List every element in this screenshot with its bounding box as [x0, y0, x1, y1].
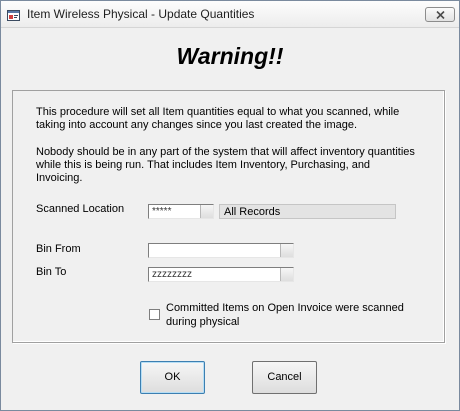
scanned-location-lookup-button[interactable] [200, 205, 213, 218]
scanned-location-input[interactable]: ***** [148, 204, 214, 219]
warning-heading: Warning!! [176, 43, 284, 69]
message-nobody: Nobody should be in any part of the syst… [36, 146, 415, 184]
scanned-location-description-text: All Records [224, 206, 281, 218]
scanned-location-description: All Records [219, 204, 396, 219]
scanned-location-value: ***** [152, 206, 172, 217]
close-icon [436, 11, 445, 19]
title-bar[interactable]: Item Wireless Physical - Update Quantiti… [1, 1, 459, 28]
ok-button[interactable]: OK [140, 361, 205, 394]
bin-to-input[interactable]: zzzzzzzz [148, 267, 294, 282]
bin-from-label: Bin From [36, 243, 81, 255]
message-overwrite: This procedure will set all Item quantit… [36, 106, 400, 131]
scanned-location-label: Scanned Location [36, 203, 125, 215]
committed-items-label[interactable]: Committed Items on Open Invoice were sca… [166, 301, 406, 329]
committed-items-checkbox[interactable] [149, 309, 160, 320]
cancel-button[interactable]: Cancel [252, 361, 317, 394]
bin-to-label: Bin To [36, 266, 67, 278]
window-app-icon[interactable] [7, 8, 20, 21]
dialog-window: Item Wireless Physical - Update Quantiti… [0, 0, 460, 411]
bin-to-value: zzzzzzzz [152, 269, 192, 280]
bin-from-lookup-button[interactable] [280, 244, 293, 257]
window-title: Item Wireless Physical - Update Quantiti… [27, 7, 255, 21]
bin-from-input[interactable] [148, 243, 294, 258]
bin-to-lookup-button[interactable] [280, 268, 293, 281]
close-button[interactable] [425, 7, 455, 22]
